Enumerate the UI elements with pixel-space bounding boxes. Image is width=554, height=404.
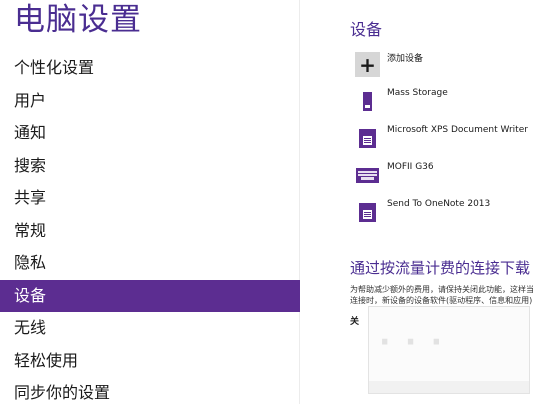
printer-icon (355, 126, 380, 151)
device-item[interactable]: Mass Storage (352, 85, 548, 122)
add-device-label: 添加设备 (387, 54, 424, 64)
settings-nav: 个性化设置 用户 通知 搜索 共享 常规 隐私 设备 无线 轻松使用 同步你的设… (0, 52, 300, 404)
metered-download-toggle[interactable]: 关 (350, 314, 359, 327)
device-item[interactable]: MOFII G36 (352, 159, 548, 196)
keyboard-icon (355, 163, 380, 188)
nav-item-ease-of-access[interactable]: 轻松使用 (0, 345, 300, 378)
device-item[interactable]: Microsoft XPS Document Writer (352, 122, 548, 159)
settings-nav-pane: 电脑设置 个性化设置 用户 通知 搜索 共享 常规 隐私 设备 无线 轻松使用 … (0, 0, 300, 404)
nav-item-sync[interactable]: 同步你的设置 (0, 377, 300, 404)
nav-item-personalize[interactable]: 个性化设置 (0, 52, 300, 85)
metered-download-heading: 通过按流量计费的连接下载 (350, 259, 531, 277)
nav-item-share[interactable]: 共享 (0, 182, 300, 215)
device-label: MOFII G36 (387, 162, 434, 172)
device-label: Microsoft XPS Document Writer (387, 125, 528, 135)
device-item[interactable]: Send To OneNote 2013 (352, 196, 548, 233)
watermark-logo: · · · (379, 325, 445, 360)
description-line: 连接时，新设备的设备软件(驱动程序、信息和应用) (350, 296, 533, 305)
nav-item-users[interactable]: 用户 (0, 85, 300, 118)
nav-item-search[interactable]: 搜索 (0, 150, 300, 183)
printer-icon (355, 200, 380, 225)
plus-icon: + (355, 52, 380, 77)
nav-item-notifications[interactable]: 通知 (0, 117, 300, 150)
devices-heading: 设备 (350, 20, 383, 39)
page-title: 电脑设置 (14, 2, 142, 38)
nav-item-wireless[interactable]: 无线 (0, 312, 300, 345)
nav-item-general[interactable]: 常规 (0, 215, 300, 248)
metered-download-description: 为帮助减少额外的费用，请保持关闭此功能，这样当 连接时，新设备的设备软件(驱动程… (350, 284, 554, 306)
add-device-button[interactable]: + 添加设备 (352, 48, 548, 85)
watermark-bar (369, 381, 529, 393)
description-line: 为帮助减少额外的费用，请保持关闭此功能，这样当 (350, 285, 534, 294)
device-label: Mass Storage (387, 88, 448, 98)
nav-item-privacy[interactable]: 隐私 (0, 247, 300, 280)
device-list: + 添加设备 Mass Storage Microsoft XPS Docume… (352, 48, 548, 233)
usb-drive-icon (355, 89, 380, 114)
nav-item-devices[interactable]: 设备 (0, 279, 300, 312)
device-label: Send To OneNote 2013 (387, 199, 491, 209)
watermark: · · · (368, 306, 530, 394)
